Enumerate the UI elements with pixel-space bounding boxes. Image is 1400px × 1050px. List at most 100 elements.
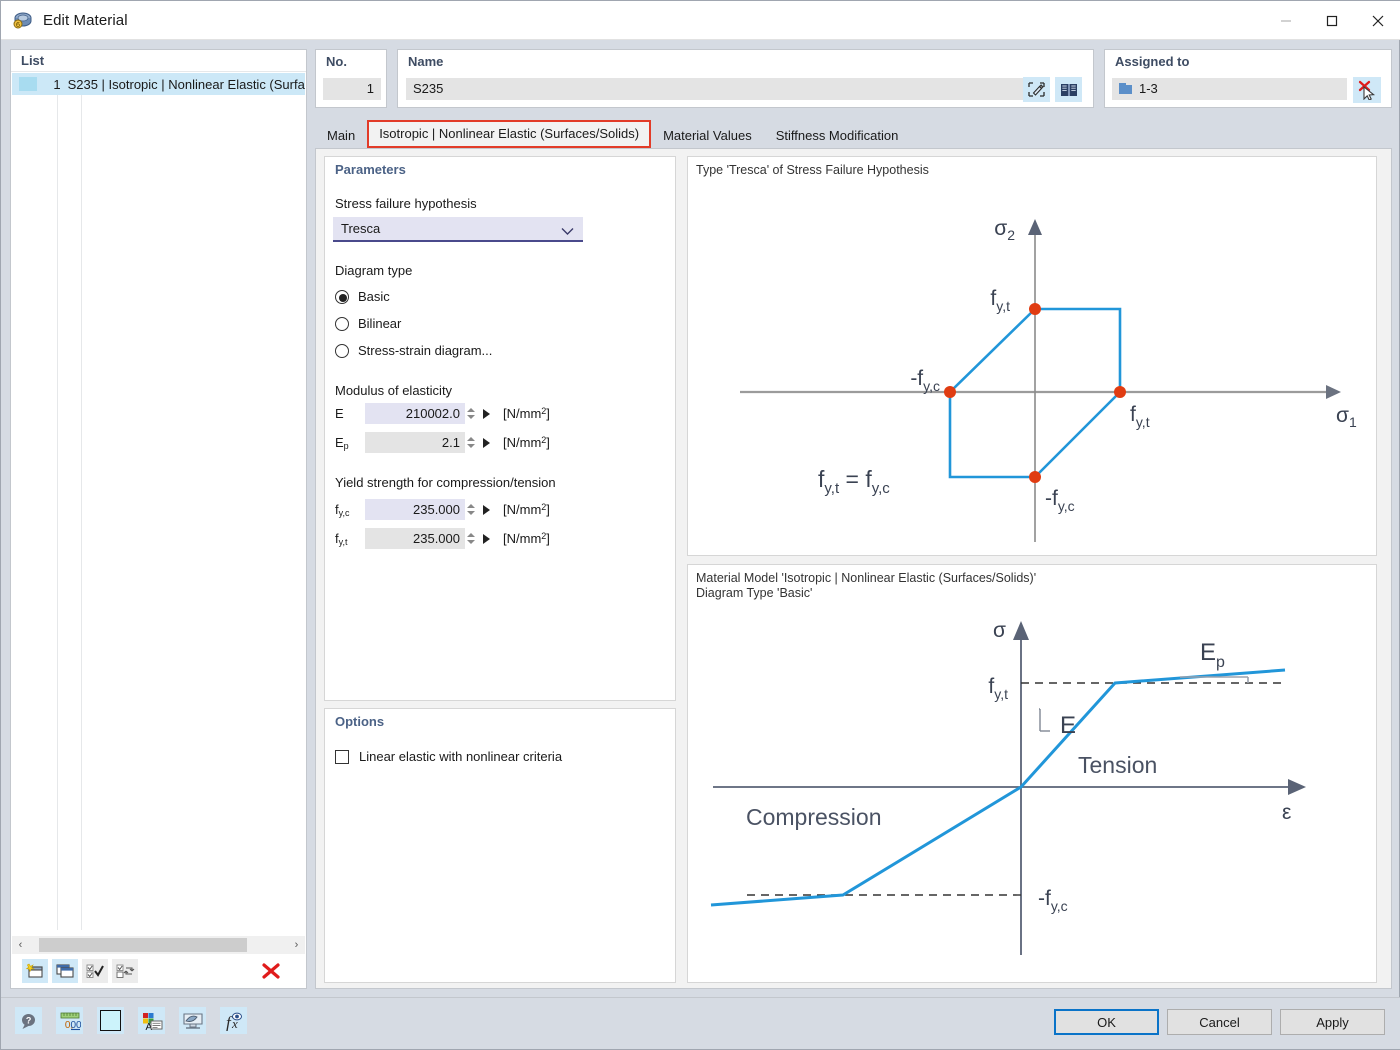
label-negfyc-bottom: -fy,c [1045,487,1075,514]
axis-label-epsilon: ε [1282,801,1291,824]
radio-basic-label: Basic [358,289,390,304]
cancel-button[interactable]: Cancel [1167,1009,1272,1035]
display-icon[interactable] [179,1007,206,1034]
expand-modulus-Ep-icon[interactable] [477,432,495,453]
assigned-to-card: Assigned to 1-3 [1104,49,1392,108]
scrollbar-thumb[interactable] [39,938,247,952]
expand-yield-fyc-icon[interactable] [477,499,495,520]
material-list-panel: List 1 S235 | Isotropic | Nonlinear Elas… [10,49,307,989]
title-bar: 6 Edit Material [1,1,1400,40]
invert-selection-button[interactable] [112,959,138,983]
parameters-group: Parameters Stress failure hypothesis Tre… [324,156,676,701]
stress-failure-hypothesis-label: Stress failure hypothesis [335,196,477,211]
tab-stiffness-modification[interactable]: Stiffness Modification [764,123,911,148]
axis-label-sigma: σ [993,619,1006,642]
material-color-swatch [19,77,37,91]
ok-button[interactable]: OK [1054,1009,1159,1035]
material-library-icon[interactable] [1055,77,1082,102]
radio-basic[interactable]: Basic [335,289,390,304]
delete-assignment-icon[interactable] [1353,77,1381,103]
input-modulus-Ep[interactable]: 2.1 [365,432,465,453]
maximize-button[interactable] [1309,1,1355,40]
sigma1-arrow [1326,385,1341,399]
delete-material-button[interactable] [258,959,284,983]
radio-bilinear-indicator [335,317,349,331]
minimize-button[interactable] [1263,1,1309,40]
surface-icon [1119,85,1132,94]
formula-icon[interactable]: f x [220,1007,247,1034]
edit-material-window: 6 Edit Material List 1 S235 | Isotropic … [0,0,1400,1050]
vertex-marker [1029,471,1041,483]
list-horizontal-scrollbar[interactable]: ‹ › [12,936,305,954]
axis-label-sigma2: σ2 [994,217,1015,243]
input-yield-fyt[interactable]: 235.000 [365,528,465,549]
color-swatch-icon[interactable] [97,1007,124,1034]
tresca-yield-surface-diagram: Type 'Tresca' of Stress Failure Hypothes… [687,156,1377,556]
diagram-type-label: Diagram type [335,263,412,278]
help-icon[interactable]: ? [15,1007,42,1034]
unit-yield-fyc: [N/mm2] [503,502,550,517]
modulus-of-elasticity-label: Modulus of elasticity [335,383,452,398]
label-fyt-right: fy,t [1130,403,1150,430]
spinner-modulus-E[interactable] [465,403,477,424]
radio-stress-strain-label: Stress-strain diagram... [358,343,492,358]
tab-material-values[interactable]: Material Values [651,123,764,148]
select-all-button[interactable] [82,959,108,983]
tab-main[interactable]: Main [315,123,367,148]
stress-failure-hypothesis-select[interactable]: Tresca [333,217,583,242]
apply-button[interactable]: Apply [1280,1009,1385,1035]
units-icon[interactable]: 0, 00 [56,1007,83,1034]
tab-content-panel: Parameters Stress failure hypothesis Tre… [315,148,1392,989]
material-list-rows: 1 S235 | Isotropic | Nonlinear Elastic (… [12,73,305,930]
field-modulus-Ep: Ep 2.1 [N/mm2] [335,432,550,453]
text-format-icon[interactable]: A [138,1007,165,1034]
expand-modulus-E-icon[interactable] [477,403,495,424]
spinner-yield-fyc[interactable] [465,499,477,520]
copy-material-button[interactable] [52,959,78,983]
material-name-input[interactable]: S235 [406,78,1026,100]
field-label-E: E [335,406,365,421]
radio-bilinear-label: Bilinear [358,316,401,331]
caption-line-2: Diagram Type 'Basic' [696,586,1036,601]
tab-bar: Main Isotropic | Nonlinear Elastic (Surf… [315,122,1392,148]
radio-bilinear[interactable]: Bilinear [335,316,401,331]
list-item-label: S235 | Isotropic | Nonlinear Elastic (Su… [68,77,305,92]
list-item-number: 1 [45,77,61,92]
scroll-right-icon[interactable]: › [288,936,305,954]
scrollbar-track[interactable] [29,936,288,954]
tresca-yield-surface-svg: fy,t -fy,c fy,t -fy,c fy,t = fy,c σ2 σ1 [688,157,1378,557]
stress-strain-diagram-caption: Material Model 'Isotropic | Nonlinear El… [696,571,1036,601]
assigned-to-label: Assigned to [1105,50,1391,69]
close-button[interactable] [1355,1,1400,40]
label-equality-annotation: fy,t = fy,c [818,466,890,497]
list-header: List [11,50,306,72]
spinner-yield-fyt[interactable] [465,528,477,549]
stress-strain-diagram: Material Model 'Isotropic | Nonlinear El… [687,564,1377,983]
material-cylinder-icon: 6 [12,9,34,31]
input-modulus-E[interactable]: 210002.0 [365,403,465,424]
caption-line-1: Material Model 'Isotropic | Nonlinear El… [696,571,1036,586]
unit-yield-fyt: [N/mm2] [503,531,550,546]
stress-strain-svg: fy,t -fy,c E Ep Tension Compression σ ε [688,565,1378,984]
label-negfyc: -fy,c [1038,887,1068,914]
name-label: Name [398,50,1093,69]
svg-text:6: 6 [16,21,21,29]
input-yield-fyc[interactable]: 235.000 [365,499,465,520]
edit-name-icon[interactable] [1023,77,1050,102]
spinner-modulus-Ep[interactable] [465,432,477,453]
field-yield-fyt: fy,t 235.000 [N/mm2] [335,528,550,549]
tab-isotropic-nonlinear-elastic[interactable]: Isotropic | Nonlinear Elastic (Surfaces/… [367,120,651,148]
material-number-card: No. 1 [315,49,387,108]
checkbox-linear-elastic-nonlinear-criteria[interactable]: Linear elastic with nonlinear criteria [335,749,562,764]
new-material-button[interactable] [22,959,48,983]
expand-yield-fyt-icon[interactable] [477,528,495,549]
checkbox-label: Linear elastic with nonlinear criteria [359,749,562,764]
list-item[interactable]: 1 S235 | Isotropic | Nonlinear Elastic (… [12,73,305,95]
vertex-marker [1029,303,1041,315]
material-number-value[interactable]: 1 [323,78,381,100]
assigned-to-value[interactable]: 1-3 [1112,78,1347,100]
label-tension: Tension [1078,752,1157,778]
radio-stress-strain-diagram[interactable]: Stress-strain diagram... [335,343,492,358]
checkbox-indicator [335,750,349,764]
scroll-left-icon[interactable]: ‹ [12,936,29,954]
